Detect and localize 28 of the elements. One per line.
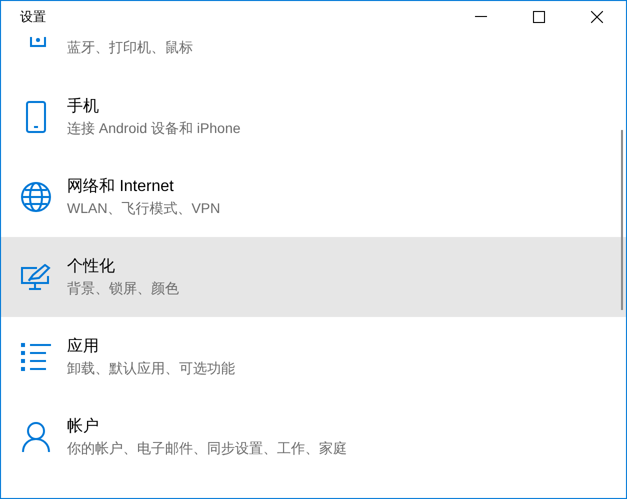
- settings-item[interactable]: 帐户 你的帐户、电子邮件、同步设置、工作、家庭: [1, 397, 626, 477]
- window-title: 设置: [20, 8, 46, 26]
- close-icon: [591, 11, 603, 23]
- item-description: 背景、锁屏、颜色: [67, 279, 179, 298]
- list-icon: [21, 343, 51, 371]
- phone-icon: [26, 101, 46, 133]
- item-title: 帐户: [67, 416, 100, 437]
- item-description: 你的帐户、电子邮件、同步设置、工作、家庭: [67, 439, 347, 458]
- monitor-brush-icon: [21, 264, 51, 290]
- item-title: 网络和 Internet: [67, 176, 175, 197]
- minimize-icon: [475, 16, 487, 18]
- person-icon: [22, 422, 50, 452]
- item-description: 连接 Android 设备和 iPhone: [67, 119, 241, 138]
- settings-item[interactable]: 手机 连接 Android 设备和 iPhone: [1, 77, 626, 157]
- item-description: WLAN、飞行模式、VPN: [67, 199, 220, 218]
- scrollbar-thumb[interactable]: [621, 130, 623, 310]
- globe-icon: [20, 181, 52, 213]
- item-title: 应用: [67, 336, 100, 357]
- maximize-icon: [533, 11, 545, 23]
- item-description: 蓝牙、打印机、鼠标: [67, 38, 193, 56]
- item-title: 个性化: [67, 257, 116, 277]
- settings-item[interactable]: 应用 卸载、默认应用、可选功能: [1, 317, 626, 397]
- item-title: 手机: [67, 96, 100, 117]
- settings-item[interactable]: 个性化 背景、锁屏、颜色: [1, 237, 626, 317]
- settings-item[interactable]: 蓝牙、打印机、鼠标: [1, 33, 626, 77]
- settings-item[interactable]: 网络和 Internet WLAN、飞行模式、VPN: [1, 157, 626, 237]
- device-icon: [30, 37, 46, 47]
- item-description: 卸载、默认应用、可选功能: [67, 359, 235, 378]
